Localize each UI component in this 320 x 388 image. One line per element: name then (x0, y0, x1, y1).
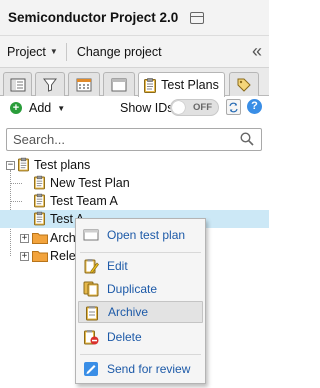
menu-item-edit[interactable]: Edit (78, 255, 203, 277)
menu-item-label: Archive (108, 305, 149, 319)
tree-item[interactable]: New Test Plan (0, 174, 269, 192)
toggle-knob (172, 101, 185, 114)
add-button-label: Add (29, 101, 52, 115)
tree-root[interactable]: − Test plans (0, 156, 269, 174)
show-ids-toggle[interactable]: OFF (170, 99, 219, 116)
chevron-down-icon: ▼ (57, 103, 66, 113)
chevron-down-icon: ▼ (49, 47, 58, 56)
menu-item-open-test-plan[interactable]: Open test plan (78, 224, 203, 246)
clipboard-icon (34, 211, 45, 226)
menu-divider (80, 252, 201, 253)
help-icon[interactable]: ? (247, 99, 262, 114)
tree-root-label: Test plans (34, 158, 91, 172)
collapse-icon[interactable]: − (6, 161, 15, 170)
plus-icon: + (10, 102, 22, 114)
expand-icon[interactable]: + (20, 234, 29, 243)
duplicate-clipboard-icon (83, 281, 99, 297)
document-list-icon (10, 78, 25, 91)
toolbar: + Add ▼ Show IDs OFF ? (0, 96, 269, 122)
search-input[interactable] (7, 129, 227, 150)
menu-item-delete[interactable]: Delete (78, 326, 203, 348)
project-bar: Project ▼ Change project « (0, 36, 269, 68)
collapse-panel-icon[interactable]: « (252, 41, 262, 62)
tree-item-label: New Test Plan (50, 176, 130, 190)
menu-item-label: Open test plan (107, 228, 186, 242)
toggle-state: OFF (193, 102, 212, 113)
window-icon (111, 78, 127, 91)
panel-layout-icon[interactable] (190, 11, 205, 24)
clipboard-icon (34, 175, 45, 190)
folder-icon (32, 233, 48, 244)
search-icon[interactable] (240, 132, 254, 146)
tab-tags[interactable] (229, 72, 259, 96)
filter-icon (43, 78, 57, 92)
delete-clipboard-icon (84, 330, 99, 345)
refresh-button[interactable] (226, 99, 241, 115)
menu-item-label: Delete (107, 330, 142, 344)
menu-item-label: Duplicate (107, 282, 158, 296)
search-box (6, 128, 262, 151)
project-dropdown[interactable]: Project ▼ (7, 45, 58, 59)
window-title: Semiconductor Project 2.0 (8, 10, 179, 25)
change-project-button[interactable]: Change project (77, 45, 162, 59)
clipboard-icon (144, 77, 157, 93)
tag-icon (237, 78, 251, 92)
tab-document-list[interactable] (3, 72, 32, 96)
folder-icon (32, 251, 48, 262)
add-button[interactable]: + Add ▼ (10, 101, 65, 115)
menu-item-send-for-review[interactable]: Send for review (78, 358, 203, 380)
open-window-icon (83, 229, 99, 241)
clipboard-icon (34, 193, 45, 208)
tab-test-plans-label: Test Plans (161, 78, 219, 92)
refresh-icon (229, 102, 238, 113)
archive-clipboard-icon (86, 306, 98, 321)
tab-calendar[interactable] (68, 72, 100, 96)
menu-item-label: Send for review (107, 362, 191, 376)
tree-item-label: Test Team A (50, 194, 118, 208)
menu-divider (80, 354, 201, 355)
show-ids-label: Show IDs (120, 101, 174, 115)
context-menu: Open test plan Edit Duplicate Archive De… (75, 218, 206, 384)
title-bar: Semiconductor Project 2.0 (0, 0, 269, 36)
menu-item-label: Edit (107, 259, 128, 273)
tree-item[interactable]: Test Team A (0, 192, 269, 210)
calendar-icon (76, 78, 92, 91)
clipboard-icon (18, 157, 29, 172)
project-dropdown-label: Project (7, 44, 46, 59)
menu-item-archive[interactable]: Archive (78, 301, 203, 323)
edit-clipboard-icon (84, 259, 99, 274)
tab-window[interactable] (103, 72, 135, 96)
tab-filter[interactable] (35, 72, 65, 96)
menu-item-duplicate[interactable]: Duplicate (78, 278, 203, 300)
expand-icon[interactable]: + (20, 252, 29, 261)
divider (65, 42, 67, 61)
tab-strip: Test Plans (0, 68, 269, 97)
send-review-icon (84, 362, 98, 376)
tab-test-plans[interactable]: Test Plans (138, 72, 225, 97)
